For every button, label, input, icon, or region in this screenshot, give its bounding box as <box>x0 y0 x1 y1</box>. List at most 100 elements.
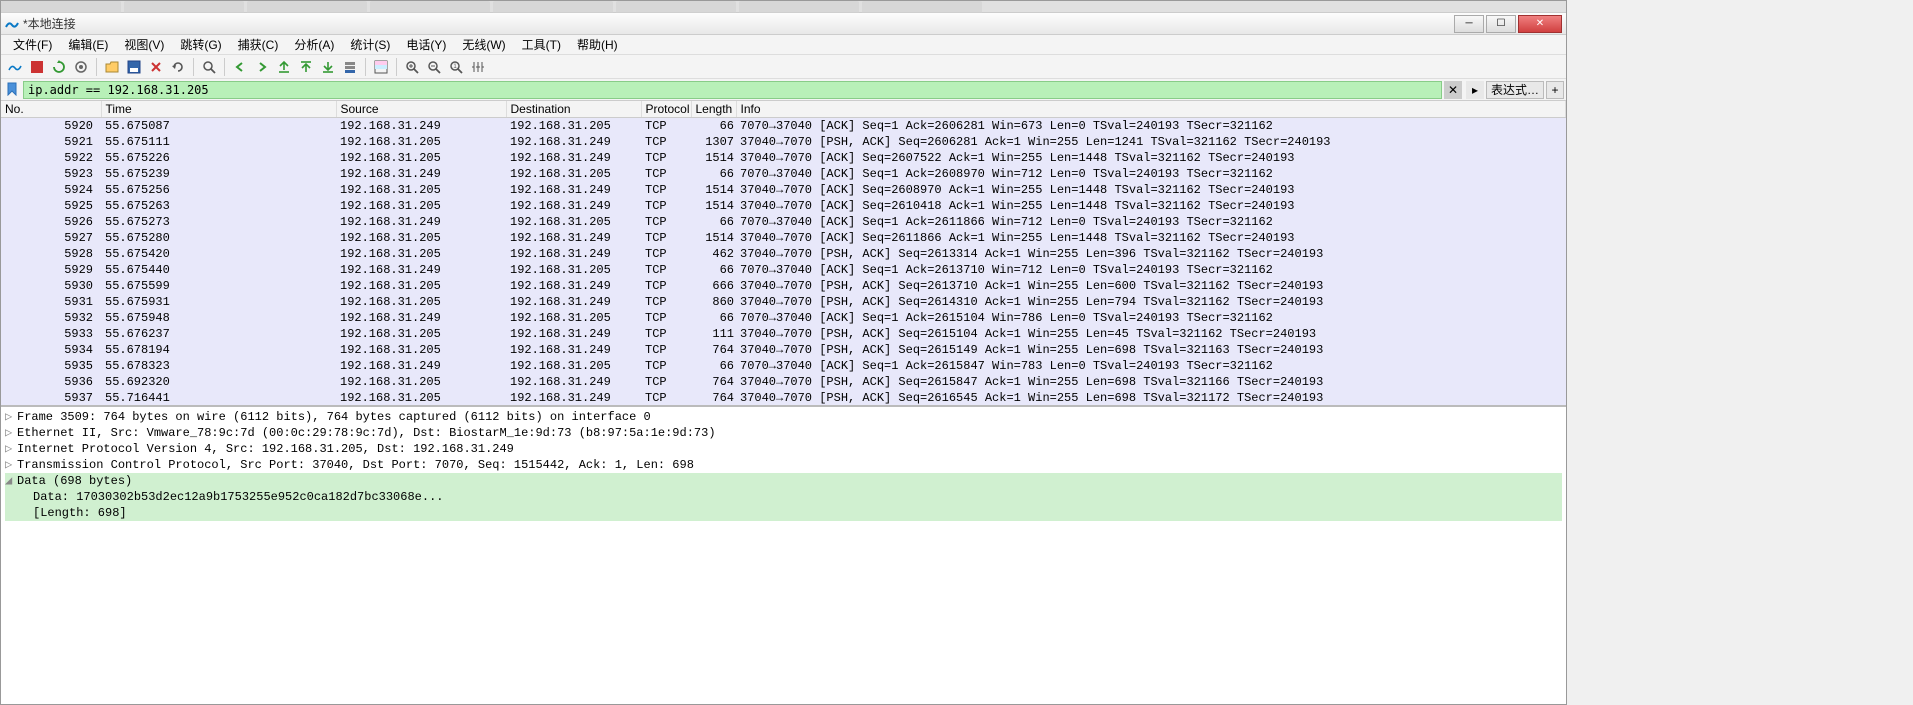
cell-no: 5920 <box>1 118 101 135</box>
goto-last-button[interactable] <box>318 57 338 77</box>
column-header-info[interactable]: Info <box>736 101 1566 118</box>
packet-row[interactable]: 593255.675948192.168.31.249192.168.31.20… <box>1 310 1566 326</box>
collapse-icon[interactable]: ◢ <box>5 473 17 489</box>
packet-row[interactable]: 593155.675931192.168.31.205192.168.31.24… <box>1 294 1566 310</box>
main-toolbar: 1 <box>1 55 1566 79</box>
cell-length: 66 <box>691 310 736 326</box>
resize-columns-button[interactable] <box>468 57 488 77</box>
packet-row[interactable]: 592255.675226192.168.31.205192.168.31.24… <box>1 150 1566 166</box>
stop-capture-button[interactable] <box>27 57 47 77</box>
tree-ip[interactable]: ▷Internet Protocol Version 4, Src: 192.1… <box>5 441 1562 457</box>
packet-row[interactable]: 592855.675420192.168.31.205192.168.31.24… <box>1 246 1566 262</box>
menu-go[interactable]: 跳转(G) <box>172 34 229 55</box>
packet-details-pane[interactable]: ▷Frame 3509: 764 bytes on wire (6112 bit… <box>1 407 1566 704</box>
browser-tab[interactable] <box>862 1 982 13</box>
packet-row[interactable]: 593455.678194192.168.31.205192.168.31.24… <box>1 342 1566 358</box>
packet-row[interactable]: 593555.678323192.168.31.249192.168.31.20… <box>1 358 1566 374</box>
packet-list-pane[interactable]: No. Time Source Destination Protocol Len… <box>1 101 1566 407</box>
packet-row[interactable]: 592355.675239192.168.31.249192.168.31.20… <box>1 166 1566 182</box>
cell-info: 37040→7070 [PSH, ACK] Seq=2615104 Ack=1 … <box>736 326 1566 342</box>
goto-packet-button[interactable] <box>274 57 294 77</box>
go-forward-button[interactable] <box>252 57 272 77</box>
tree-data-hex[interactable]: Data: 17030302b53d2ec12a9b1753255e952c0c… <box>5 489 1562 505</box>
browser-tab[interactable] <box>370 1 490 13</box>
packet-row[interactable]: 593655.692320192.168.31.205192.168.31.24… <box>1 374 1566 390</box>
cell-length: 66 <box>691 118 736 135</box>
autoscroll-button[interactable] <box>340 57 360 77</box>
find-packet-button[interactable] <box>199 57 219 77</box>
expand-icon[interactable]: ▷ <box>5 441 17 457</box>
tree-tcp[interactable]: ▷Transmission Control Protocol, Src Port… <box>5 457 1562 473</box>
column-header-destination[interactable]: Destination <box>506 101 641 118</box>
tree-frame[interactable]: ▷Frame 3509: 764 bytes on wire (6112 bit… <box>5 409 1562 425</box>
capture-options-button[interactable] <box>71 57 91 77</box>
expand-icon[interactable]: ▷ <box>5 457 17 473</box>
browser-tab[interactable] <box>616 1 736 13</box>
go-back-button[interactable] <box>230 57 250 77</box>
menu-telephony[interactable]: 电话(Y) <box>398 34 454 55</box>
maximize-button[interactable]: ☐ <box>1486 15 1516 33</box>
open-file-button[interactable] <box>102 57 122 77</box>
expand-icon[interactable]: ▷ <box>5 409 17 425</box>
packet-row[interactable]: 593355.676237192.168.31.205192.168.31.24… <box>1 326 1566 342</box>
clear-filter-button[interactable]: ✕ <box>1444 81 1462 99</box>
packet-row[interactable]: 592155.675111192.168.31.205192.168.31.24… <box>1 134 1566 150</box>
packet-row[interactable]: 592555.675263192.168.31.205192.168.31.24… <box>1 198 1566 214</box>
packet-row[interactable]: 593055.675599192.168.31.205192.168.31.24… <box>1 278 1566 294</box>
cell-no: 5927 <box>1 230 101 246</box>
packet-row[interactable]: 592755.675280192.168.31.205192.168.31.24… <box>1 230 1566 246</box>
browser-tab[interactable] <box>247 1 367 13</box>
menu-capture[interactable]: 捕获(C) <box>230 34 287 55</box>
packet-row[interactable]: 592955.675440192.168.31.249192.168.31.20… <box>1 262 1566 278</box>
cell-protocol: TCP <box>641 342 691 358</box>
close-file-button[interactable] <box>146 57 166 77</box>
cell-info: 37040→7070 [ACK] Seq=2611866 Ack=1 Win=2… <box>736 230 1566 246</box>
column-header-protocol[interactable]: Protocol <box>641 101 691 118</box>
menu-tools[interactable]: 工具(T) <box>514 34 569 55</box>
column-header-time[interactable]: Time <box>101 101 336 118</box>
zoom-in-button[interactable] <box>402 57 422 77</box>
menu-edit[interactable]: 编辑(E) <box>60 34 116 55</box>
menu-stats[interactable]: 统计(S) <box>342 34 398 55</box>
browser-tab[interactable] <box>739 1 859 13</box>
browser-tab[interactable] <box>493 1 613 13</box>
apply-filter-button[interactable]: ▸ <box>1466 81 1484 99</box>
browser-tab[interactable] <box>124 1 244 13</box>
packet-row[interactable]: 592055.675087192.168.31.249192.168.31.20… <box>1 118 1566 135</box>
cell-source: 192.168.31.249 <box>336 214 506 230</box>
menu-wireless[interactable]: 无线(W) <box>454 34 513 55</box>
column-header-no[interactable]: No. <box>1 101 101 118</box>
packet-row[interactable]: 593755.716441192.168.31.205192.168.31.24… <box>1 390 1566 406</box>
add-filter-button[interactable]: + <box>1546 81 1564 99</box>
expand-icon[interactable]: ▷ <box>5 425 17 441</box>
zoom-reset-button[interactable]: 1 <box>446 57 466 77</box>
tree-ethernet[interactable]: ▷Ethernet II, Src: Vmware_78:9c:7d (00:0… <box>5 425 1562 441</box>
cell-info: 37040→7070 [ACK] Seq=2608970 Ack=1 Win=2… <box>736 182 1566 198</box>
column-header-source[interactable]: Source <box>336 101 506 118</box>
reload-button[interactable] <box>168 57 188 77</box>
packet-row[interactable]: 592455.675256192.168.31.205192.168.31.24… <box>1 182 1566 198</box>
start-capture-button[interactable] <box>5 57 25 77</box>
menu-help[interactable]: 帮助(H) <box>569 34 626 55</box>
cell-info: 7070→37040 [ACK] Seq=1 Ack=2615104 Win=7… <box>736 310 1566 326</box>
expression-button[interactable]: 表达式… <box>1486 81 1544 99</box>
minimize-button[interactable]: ─ <box>1454 15 1484 33</box>
menu-file[interactable]: 文件(F) <box>5 34 60 55</box>
menu-analyze[interactable]: 分析(A) <box>286 34 342 55</box>
tree-data-length[interactable]: [Length: 698] <box>5 505 1562 521</box>
cell-destination: 192.168.31.249 <box>506 342 641 358</box>
packet-row[interactable]: 592655.675273192.168.31.249192.168.31.20… <box>1 214 1566 230</box>
browser-tab[interactable] <box>1 1 121 13</box>
goto-first-button[interactable] <box>296 57 316 77</box>
column-header-length[interactable]: Length <box>691 101 736 118</box>
cell-length: 764 <box>691 374 736 390</box>
zoom-out-button[interactable] <box>424 57 444 77</box>
menu-view[interactable]: 视图(V) <box>116 34 172 55</box>
display-filter-input[interactable] <box>23 81 1442 99</box>
restart-capture-button[interactable] <box>49 57 69 77</box>
filter-bookmark-icon[interactable] <box>5 82 21 98</box>
colorize-button[interactable] <box>371 57 391 77</box>
tree-data[interactable]: ◢Data (698 bytes) <box>5 473 1562 489</box>
close-button[interactable]: ✕ <box>1518 15 1562 33</box>
save-file-button[interactable] <box>124 57 144 77</box>
